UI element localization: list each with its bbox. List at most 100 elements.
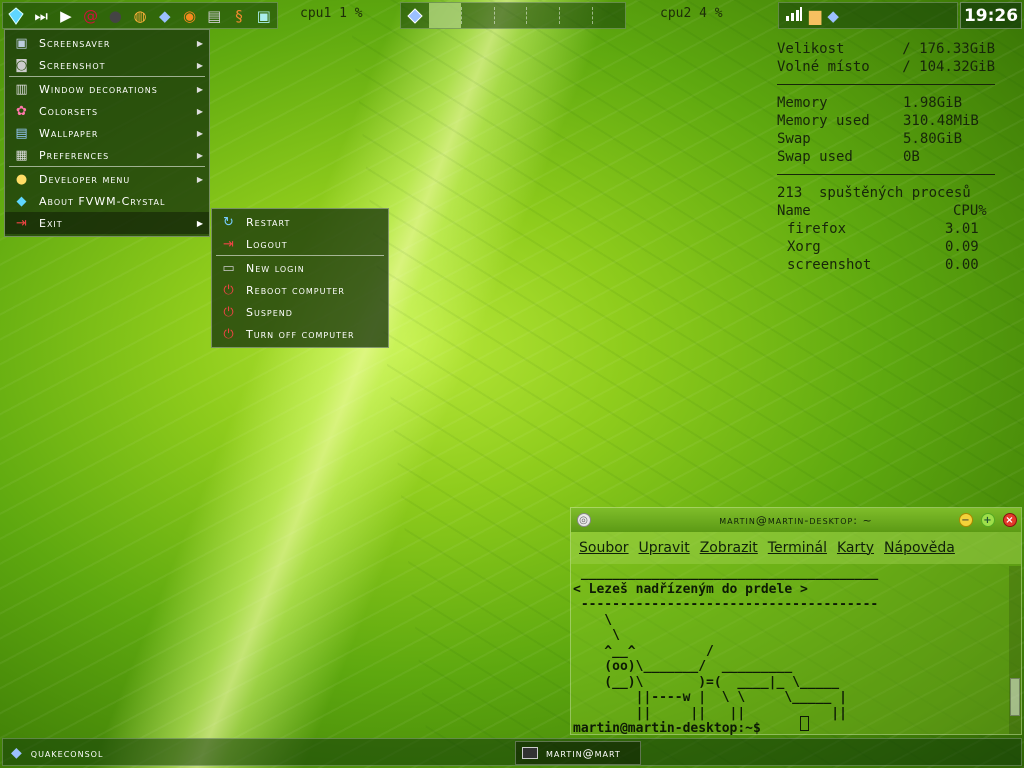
desktop-4[interactable] bbox=[526, 7, 559, 24]
crystal-small-icon[interactable]: ◆ bbox=[827, 7, 839, 25]
swap-used-label: Swap used bbox=[777, 149, 853, 165]
desktop-3[interactable] bbox=[493, 7, 527, 24]
menu-item-wallpaper[interactable]: ▤ Wallpaper ▶ bbox=[5, 122, 209, 144]
debian-icon[interactable]: @ bbox=[79, 5, 102, 27]
menu-item-label: Suspend bbox=[246, 305, 293, 319]
task-terminal[interactable]: martin@mart bbox=[515, 741, 641, 765]
menu-item-label: Wallpaper bbox=[39, 126, 99, 140]
menu-item-reboot[interactable]: ⏻ Reboot computer bbox=[212, 279, 388, 301]
package-icon[interactable]: ▆ bbox=[809, 6, 821, 25]
terminal-content[interactable]: ______________________________________ <… bbox=[573, 566, 878, 737]
signal-icon[interactable] bbox=[785, 6, 803, 26]
desktop-2[interactable] bbox=[460, 7, 494, 24]
submenu-arrow-icon: ▶ bbox=[196, 84, 204, 94]
task-quakeconsol[interactable]: ◆ quakeconsol bbox=[5, 741, 511, 765]
system-monitor: Velikost / 176.33GiB Volné místo / 104.3… bbox=[777, 40, 995, 274]
minimize-icon[interactable]: − bbox=[959, 513, 973, 527]
reboot-icon: ⏻ bbox=[223, 282, 235, 298]
crystal-icon[interactable] bbox=[5, 5, 28, 27]
crystal-small-icon[interactable]: ◆ bbox=[153, 5, 176, 27]
menu-zobrazit[interactable]: Zobrazit bbox=[700, 540, 758, 556]
menu-item-turn-off[interactable]: ⏻ Turn off computer bbox=[212, 323, 388, 345]
browser-icon[interactable]: ◍ bbox=[129, 5, 152, 27]
terminal-scrollbar[interactable] bbox=[1009, 566, 1021, 734]
close-icon[interactable]: × bbox=[1003, 513, 1017, 527]
menu-item-window-decorations[interactable]: ▥ Window decorations ▶ bbox=[5, 78, 209, 100]
disk-size-row: Velikost / 176.33GiB bbox=[777, 40, 995, 58]
desktop-5[interactable] bbox=[559, 7, 592, 24]
crystal-small-icon[interactable] bbox=[401, 3, 429, 28]
maximize-icon[interactable]: + bbox=[981, 513, 995, 527]
taskbar: ◆ quakeconsol martin@mart bbox=[2, 738, 1022, 766]
swap-used-value: 0B bbox=[903, 149, 920, 165]
menu-item-restart[interactable]: ↻ Restart bbox=[212, 211, 388, 233]
menu-item-label: Screensaver bbox=[39, 36, 111, 50]
terminal-menubar: Soubor Upravit Zobrazit Terminál Karty N… bbox=[571, 532, 1021, 564]
menu-item-preferences[interactable]: ▦ Preferences ▶ bbox=[5, 144, 209, 166]
menu-upravit[interactable]: Upravit bbox=[639, 540, 690, 556]
camera-icon: ◙ bbox=[15, 57, 29, 73]
desktop-1[interactable] bbox=[429, 3, 461, 28]
menu-item-label: Reboot computer bbox=[246, 283, 345, 297]
image-icon[interactable]: ▣ bbox=[252, 5, 275, 27]
terminal-titlebar[interactable]: ◎ martin@martin-desktop: ~ − + × bbox=[571, 508, 1021, 532]
menu-item-label: Exit bbox=[39, 216, 63, 230]
menu-item-screensaver[interactable]: ▣ Screensaver ▶ bbox=[5, 32, 209, 54]
memory-used-row: Memory used 310.48MiB bbox=[777, 112, 995, 130]
scrollbar-thumb[interactable] bbox=[1010, 678, 1020, 716]
crystal-icon: ◆ bbox=[16, 193, 28, 209]
memory-value: 1.98GiB bbox=[903, 95, 963, 111]
menu-item-label: Screenshot bbox=[39, 58, 106, 72]
wallpaper-icon: ▤ bbox=[15, 125, 29, 141]
menu-soubor[interactable]: Soubor bbox=[579, 540, 629, 556]
window-decor-icon: ▥ bbox=[15, 81, 29, 97]
submenu-arrow-icon: ▶ bbox=[196, 38, 204, 48]
menu-item-label: Window decorations bbox=[39, 82, 158, 96]
menu-item-exit[interactable]: ⇥ Exit ▶ bbox=[5, 212, 209, 234]
terminal-cursor bbox=[800, 716, 809, 731]
restart-icon: ↻ bbox=[223, 214, 235, 230]
window-menu-icon[interactable]: ◎ bbox=[577, 513, 591, 527]
menu-item-logout[interactable]: ⇥ Logout bbox=[212, 233, 388, 255]
menu-item-screenshot[interactable]: ◙ Screenshot ▶ bbox=[5, 54, 209, 76]
desktop-6[interactable] bbox=[592, 7, 625, 24]
process-row: firefox 3.01 bbox=[777, 220, 995, 238]
swap-row: Swap 5.80GiB bbox=[777, 130, 995, 148]
disk-size-label: Velikost bbox=[777, 41, 845, 57]
process-count: 213 bbox=[777, 185, 803, 201]
menu-item-developer-menu[interactable]: ● Developer menu ▶ bbox=[5, 168, 209, 190]
menu-terminal[interactable]: Terminál bbox=[768, 540, 827, 556]
clock[interactable]: 19:26 bbox=[960, 2, 1022, 29]
crystal-small-icon: ◆ bbox=[11, 745, 23, 761]
power-off-icon: ⏻ bbox=[223, 326, 235, 342]
process-cpu: 3.01 bbox=[945, 221, 979, 237]
process-cpu: 0.09 bbox=[945, 239, 979, 255]
process-name: screenshot bbox=[787, 257, 872, 273]
task-label: martin@mart bbox=[546, 746, 621, 760]
main-menu: ▣ Screensaver ▶ ◙ Screenshot ▶ ▥ Window … bbox=[4, 29, 210, 237]
desktop-pager bbox=[400, 2, 626, 29]
menu-karty[interactable]: Karty bbox=[837, 540, 874, 556]
menu-item-label: Preferences bbox=[39, 148, 110, 162]
seahorse-icon[interactable]: § bbox=[228, 5, 251, 27]
terminal-title: martin@martin-desktop: ~ bbox=[719, 513, 873, 527]
process-cpu: 0.00 bbox=[945, 257, 979, 273]
files-icon[interactable]: ▤ bbox=[203, 5, 226, 27]
menu-item-colorsets[interactable]: ✿ Colorsets ▶ bbox=[5, 100, 209, 122]
menu-item-about[interactable]: ◆ About FVWM-Crystal bbox=[5, 190, 209, 212]
exit-submenu: ↻ Restart ⇥ Logout ▭ New login ⏻ Reboot … bbox=[211, 208, 389, 348]
divider bbox=[777, 84, 995, 85]
menu-item-new-login[interactable]: ▭ New login bbox=[212, 257, 388, 279]
memory-row: Memory 1.98GiB bbox=[777, 94, 995, 112]
menu-item-label: Logout bbox=[246, 237, 288, 251]
process-header-name: Name bbox=[777, 203, 811, 219]
mouse-icon[interactable]: ● bbox=[104, 5, 127, 27]
play-icon[interactable]: ▶ bbox=[54, 5, 77, 27]
fast-forward-icon[interactable]: ⏭ bbox=[30, 5, 53, 27]
suspend-icon: ⏻ bbox=[223, 304, 235, 320]
menu-napoveda[interactable]: Nápověda bbox=[884, 540, 955, 556]
blender-icon[interactable]: ◉ bbox=[178, 5, 201, 27]
disk-free-value: / 104.32GiB bbox=[902, 59, 995, 75]
cpu2-label: cpu2 4 % bbox=[660, 6, 723, 21]
menu-item-suspend[interactable]: ⏻ Suspend bbox=[212, 301, 388, 323]
